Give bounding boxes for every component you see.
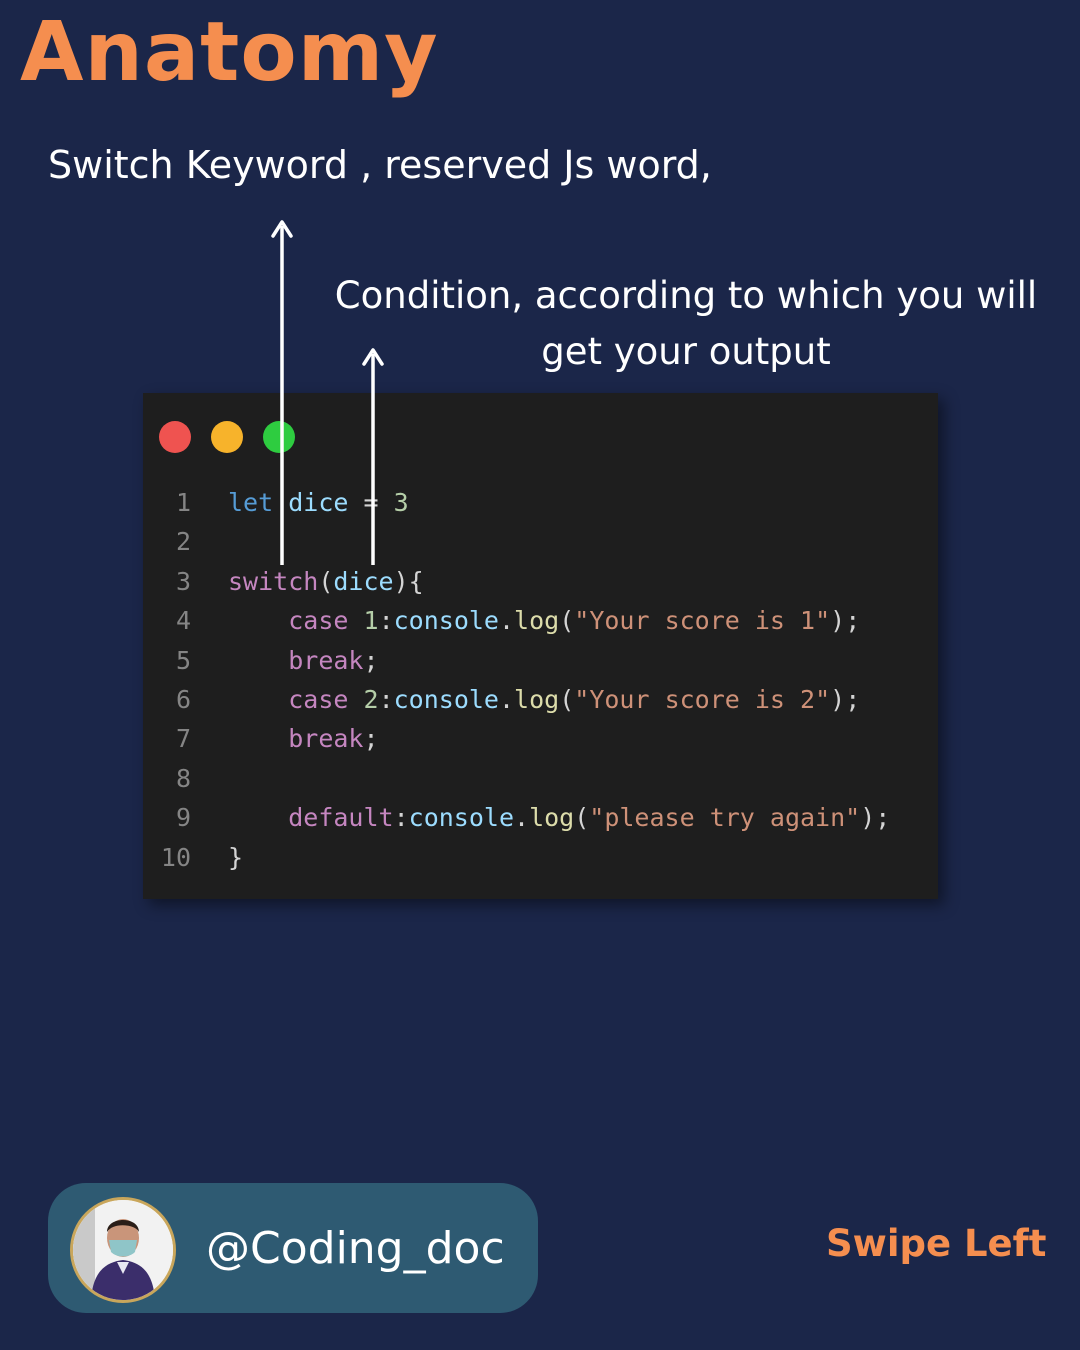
closing-brace: } bbox=[228, 842, 244, 872]
line-number: 3 bbox=[175, 566, 191, 596]
colon: : bbox=[393, 803, 409, 833]
condition-annotation: Condition, according to which you will g… bbox=[316, 268, 1056, 380]
line-number: 5 bbox=[175, 645, 191, 675]
colon: : bbox=[378, 606, 394, 636]
paren-open: ( bbox=[574, 803, 590, 833]
keyword-break: break bbox=[288, 724, 364, 754]
line-number: 2 bbox=[175, 527, 191, 557]
code-line-1: 1 let dice = 3 bbox=[143, 483, 890, 522]
paren-close: ); bbox=[830, 606, 861, 636]
colon: : bbox=[378, 684, 394, 714]
code-line-10: 10} bbox=[143, 838, 890, 877]
page-title: Anatomy bbox=[20, 5, 439, 100]
function-log: log bbox=[514, 684, 560, 714]
keyword-let: let bbox=[228, 488, 274, 517]
avatar-person-icon bbox=[73, 1200, 173, 1300]
number-literal: 3 bbox=[393, 488, 409, 517]
paren-close: ); bbox=[860, 803, 891, 833]
condition-annotation-line1: Condition, according to which you will bbox=[334, 274, 1038, 317]
variable-dice: dice bbox=[333, 566, 394, 596]
code-line-2: 2 bbox=[143, 522, 890, 561]
window-minimize-dot bbox=[211, 421, 243, 453]
keyword-case: case bbox=[288, 684, 349, 714]
code-editor-window: 1 let dice = 3 2 3 switch(dice){4 case 1:con… bbox=[143, 393, 938, 899]
string-literal: "Your score is 1" bbox=[574, 606, 831, 636]
line-number: 9 bbox=[175, 803, 191, 833]
paren-open: ( bbox=[318, 566, 334, 596]
profile-badge[interactable]: @Coding_doc bbox=[48, 1183, 538, 1313]
line-number: 6 bbox=[175, 684, 191, 714]
number-literal: 1 bbox=[363, 606, 379, 636]
semicolon: ; bbox=[363, 724, 379, 754]
function-log: log bbox=[514, 606, 560, 636]
code-line-6: 6 case 2:console.log("Your score is 2"); bbox=[143, 680, 890, 719]
semicolon: ; bbox=[363, 645, 379, 675]
line-number: 4 bbox=[175, 606, 191, 636]
keyword-switch: switch bbox=[228, 566, 319, 596]
avatar bbox=[70, 1197, 176, 1303]
paren-close: ); bbox=[830, 684, 861, 714]
dot: . bbox=[498, 684, 515, 714]
string-literal: "please try again" bbox=[589, 803, 861, 833]
keyword-break: break bbox=[288, 645, 364, 675]
code-block: 1 let dice = 3 2 3 switch(dice){4 case 1:con… bbox=[143, 483, 890, 877]
object-console: console bbox=[393, 606, 499, 636]
dot: . bbox=[514, 803, 530, 833]
code-line-5: 5 break; bbox=[143, 641, 890, 680]
dot: . bbox=[498, 606, 515, 636]
paren-close-brace: ){ bbox=[393, 566, 424, 596]
paren-open: ( bbox=[559, 606, 575, 636]
function-log: log bbox=[529, 803, 575, 833]
window-close-dot bbox=[159, 421, 191, 453]
keyword-case: case bbox=[288, 606, 349, 636]
number-literal: 2 bbox=[363, 684, 379, 714]
switch-keyword-annotation: Switch Keyword , reserved Js word, bbox=[48, 143, 712, 187]
paren-open: ( bbox=[559, 684, 575, 714]
code-line-8: 8 bbox=[143, 759, 890, 798]
string-literal: "Your score is 2" bbox=[574, 684, 831, 714]
swipe-left-label: Swipe Left bbox=[826, 1222, 1047, 1265]
condition-annotation-line2: get your output bbox=[541, 330, 831, 373]
code-line-7: 7 break; bbox=[143, 719, 890, 758]
keyword-default: default bbox=[288, 803, 394, 833]
object-console: console bbox=[393, 684, 499, 714]
code-line-9: 9 default:console.log("please try again"… bbox=[143, 798, 890, 837]
code-line-4: 4 case 1:console.log("Your score is 1"); bbox=[143, 601, 890, 640]
line-number: 7 bbox=[175, 724, 191, 754]
assign-operator: = bbox=[348, 488, 394, 517]
object-console: console bbox=[408, 803, 514, 833]
code-line-3: 3 switch(dice){ bbox=[143, 562, 890, 601]
line-number: 8 bbox=[175, 763, 191, 793]
line-number: 1 bbox=[175, 488, 191, 517]
variable-dice: dice bbox=[288, 488, 349, 517]
window-maximize-dot bbox=[263, 421, 295, 453]
profile-handle[interactable]: @Coding_doc bbox=[206, 1221, 505, 1277]
line-number: 10 bbox=[160, 842, 191, 872]
